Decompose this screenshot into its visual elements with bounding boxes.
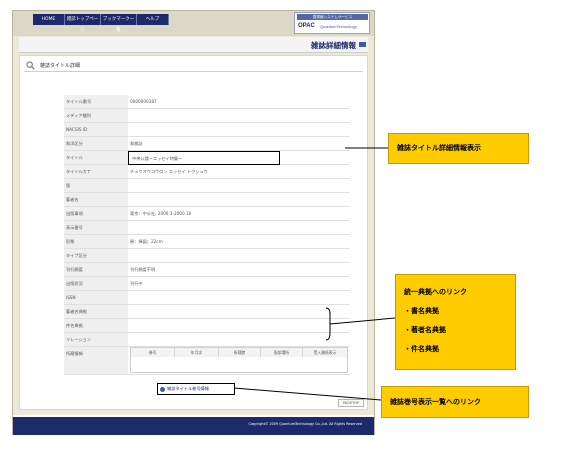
section-title: 雑誌タイトル詳細 (40, 63, 81, 69)
pagetop-label: PAGETOP (342, 401, 360, 405)
opac-page-frame: HOME 雑誌トップページ ブックマーク一覧 ヘルプ 図書館システムサービス O… (12, 10, 375, 435)
nav-tab-journal-top[interactable]: 雑誌トップページ (65, 14, 101, 33)
detail-label: 表示番号 (64, 221, 128, 234)
detail-row: 著者名典拠 (64, 305, 350, 319)
detail-row: 和洋区分 和雑誌 (64, 137, 350, 151)
title-marker (359, 42, 366, 47)
copyright-text: Copyright© 2009 QuantumTechnology Co.,Lt… (248, 422, 362, 426)
detail-row: 版 (64, 179, 350, 193)
detail-label: 著者名 (64, 193, 128, 206)
detail-label: 和洋区分 (64, 137, 128, 150)
detail-label: 出版事項 (64, 207, 128, 220)
nav-tab-home[interactable]: HOME (33, 14, 65, 25)
detail-row: 著者名 (64, 193, 350, 207)
detail-label: 版 (64, 179, 128, 192)
detail-label: 刊行頻度 (64, 263, 128, 276)
brand-company: QuantumTechnology (320, 24, 357, 29)
magnifier-icon (26, 61, 35, 70)
callout-line: ・書名典拠 (404, 307, 439, 315)
detail-row: タイプ区分 (64, 249, 350, 263)
detail-label: NACSIS ID (64, 123, 128, 136)
footer-divider (13, 415, 374, 417)
callout-line: ・著者名典拠 (404, 326, 446, 334)
title-band: 雑誌詳細情報 (19, 37, 368, 53)
detail-label: 形態 (64, 235, 128, 248)
detail-label: タイトル (64, 151, 128, 164)
detail-label: リレーション (64, 333, 128, 346)
detail-row: リレーション (64, 333, 350, 347)
detail-row: ISSN (64, 291, 350, 305)
holdings-header: 巻号 (131, 348, 175, 357)
detail-row: NACSIS ID (64, 123, 350, 137)
detail-value: チュウオウコウロン エッセイ トクシュウ (130, 169, 208, 174)
detail-label: 著者名典拠 (64, 305, 128, 318)
detail-label: タイプ区分 (64, 249, 128, 262)
pagetop-button[interactable]: PAGETOP (338, 399, 364, 407)
holdings-header: 年月次 (175, 348, 219, 357)
brand-opac: OPAC (298, 23, 315, 29)
brand-tagline: 図書館システムサービス (297, 14, 368, 20)
link-bullet-icon (160, 387, 165, 392)
detail-row: 表示番号 (64, 221, 350, 235)
nav-tab-bookmarks[interactable]: ブックマーク一覧 (101, 14, 137, 33)
detail-panel: 雑誌タイトル詳細 タイトル番号 0000000387 メディア種別 NACSIS … (19, 55, 368, 410)
title-value-highlight: 中央公論ーエッセイ特集ー (128, 151, 280, 165)
detail-value: 和雑誌 (130, 141, 143, 146)
callout-volume-list: 雑誌巻号表示一覧へのリンク (381, 386, 529, 418)
nav-tab-help[interactable]: ヘルプ (137, 14, 169, 25)
detail-label: 出版状況 (64, 277, 128, 290)
detail-value: 東京：中公社, 2000.3-2000.10 (130, 211, 192, 216)
detail-row: 出版状況 刊行中 (64, 277, 350, 291)
detail-row: 刊行頻度 刊行頻度不明 (64, 263, 350, 277)
journal-volume-link[interactable]: 雑誌タイトル巻号情報 (157, 383, 235, 395)
holdings-header: 所蔵館 (219, 348, 261, 357)
detail-row: タイトルカナ チュウオウコウロン エッセイ トクシュウ (64, 165, 350, 179)
detail-row: 件名典拠 (64, 319, 350, 333)
detail-value: 刊行頻度不明 (130, 267, 156, 272)
detail-row: タイトル番号 0000000387 (64, 95, 350, 109)
detail-label: ISSN (64, 291, 128, 304)
detail-label: タイトル番号 (64, 95, 128, 108)
detail-row: タイトル 中央公論ーエッセイ特集ー (64, 151, 350, 165)
detail-value: 刊行中 (130, 281, 143, 286)
callout-line: ・件名典拠 (404, 345, 439, 353)
detail-label: メディア種別 (64, 109, 128, 122)
callout-detail-display: 雑誌タイトル詳細情報表示 (388, 133, 529, 164)
brand-logo: 図書館システムサービス OPAC QuantumTechnology (294, 12, 370, 34)
detail-value: 0000000387 (130, 99, 157, 104)
callout-authority-links: 統一典拠へのリンク ・書名典拠 ・著者名典拠 ・件名典拠 (395, 274, 516, 370)
detail-label: タイトルカナ (64, 165, 128, 178)
callout-line: 統一典拠へのリンク (404, 288, 467, 296)
page-title: 雑誌詳細情報 (311, 41, 356, 50)
detail-row: メディア種別 (64, 109, 350, 123)
top-navigation: HOME 雑誌トップページ ブックマーク一覧 ヘルプ 図書館システムサービス O… (13, 11, 374, 36)
holdings-table: 巻号 年月次 所蔵館 配架場所 受入継続表示 (130, 347, 348, 373)
footer: Copyright© 2009 QuantumTechnology Co.,Lt… (13, 415, 374, 435)
detail-value: 冊：挿図；22cm (130, 239, 163, 244)
detail-row: 出版事項 東京：中公社, 2000.3-2000.10 (64, 207, 350, 221)
detail-label: 所蔵情報 (64, 347, 128, 374)
holdings-header: 受入継続表示 (303, 348, 347, 357)
detail-row: 形態 冊：挿図；22cm (64, 235, 350, 249)
holdings-header: 配架場所 (261, 348, 303, 357)
detail-label: 件名典拠 (64, 319, 128, 332)
section-header: 雑誌タイトル詳細 (24, 60, 363, 72)
journal-volume-link-label: 雑誌タイトル巻号情報 (167, 386, 209, 391)
